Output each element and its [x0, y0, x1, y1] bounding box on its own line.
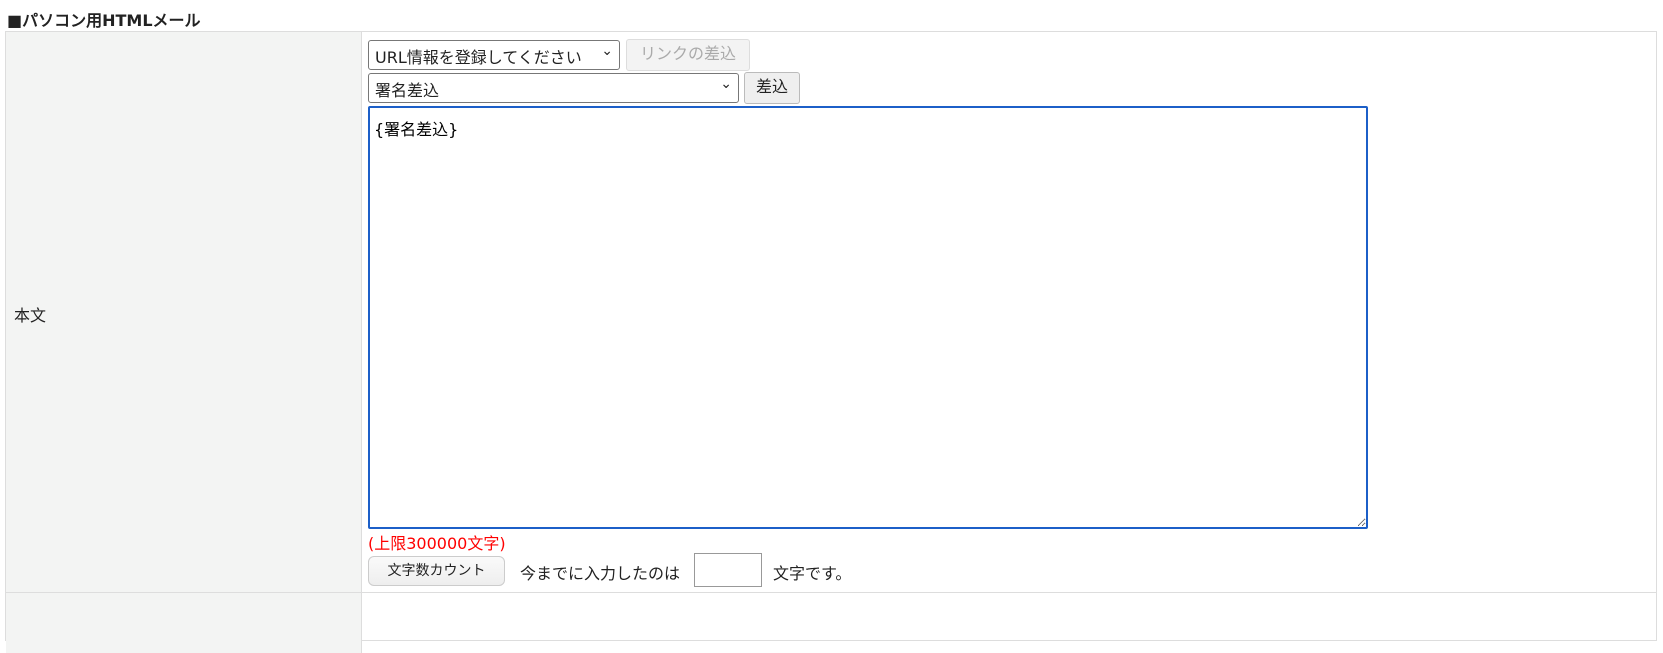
- chevron-down-icon: ⌄: [720, 76, 732, 92]
- body-label: 本文: [14, 306, 47, 325]
- body-label-cell: 本文: [6, 32, 362, 593]
- section-title: ■パソコン用HTMLメール: [7, 11, 201, 30]
- next-row-label-cell: [6, 593, 362, 653]
- insert-button[interactable]: 差込: [744, 72, 800, 104]
- count-prefix: 今までに入力したのは: [520, 564, 681, 583]
- body-textarea[interactable]: {署名差込}: [368, 106, 1368, 529]
- count-field[interactable]: [694, 553, 762, 587]
- url-select-value: URL情報を登録してください: [375, 48, 582, 67]
- link-insert-button[interactable]: リンクの差込: [626, 39, 750, 71]
- next-row-divider: [362, 592, 1656, 593]
- count-suffix: 文字です。: [773, 564, 852, 583]
- limit-note: (上限300000文字): [368, 534, 506, 553]
- signature-select[interactable]: 署名差込 ⌄: [368, 73, 739, 103]
- chevron-down-icon: ⌄: [601, 43, 613, 59]
- url-select[interactable]: URL情報を登録してください ⌄: [368, 40, 620, 70]
- count-button[interactable]: 文字数カウント: [368, 556, 505, 586]
- signature-select-value: 署名差込: [375, 81, 440, 100]
